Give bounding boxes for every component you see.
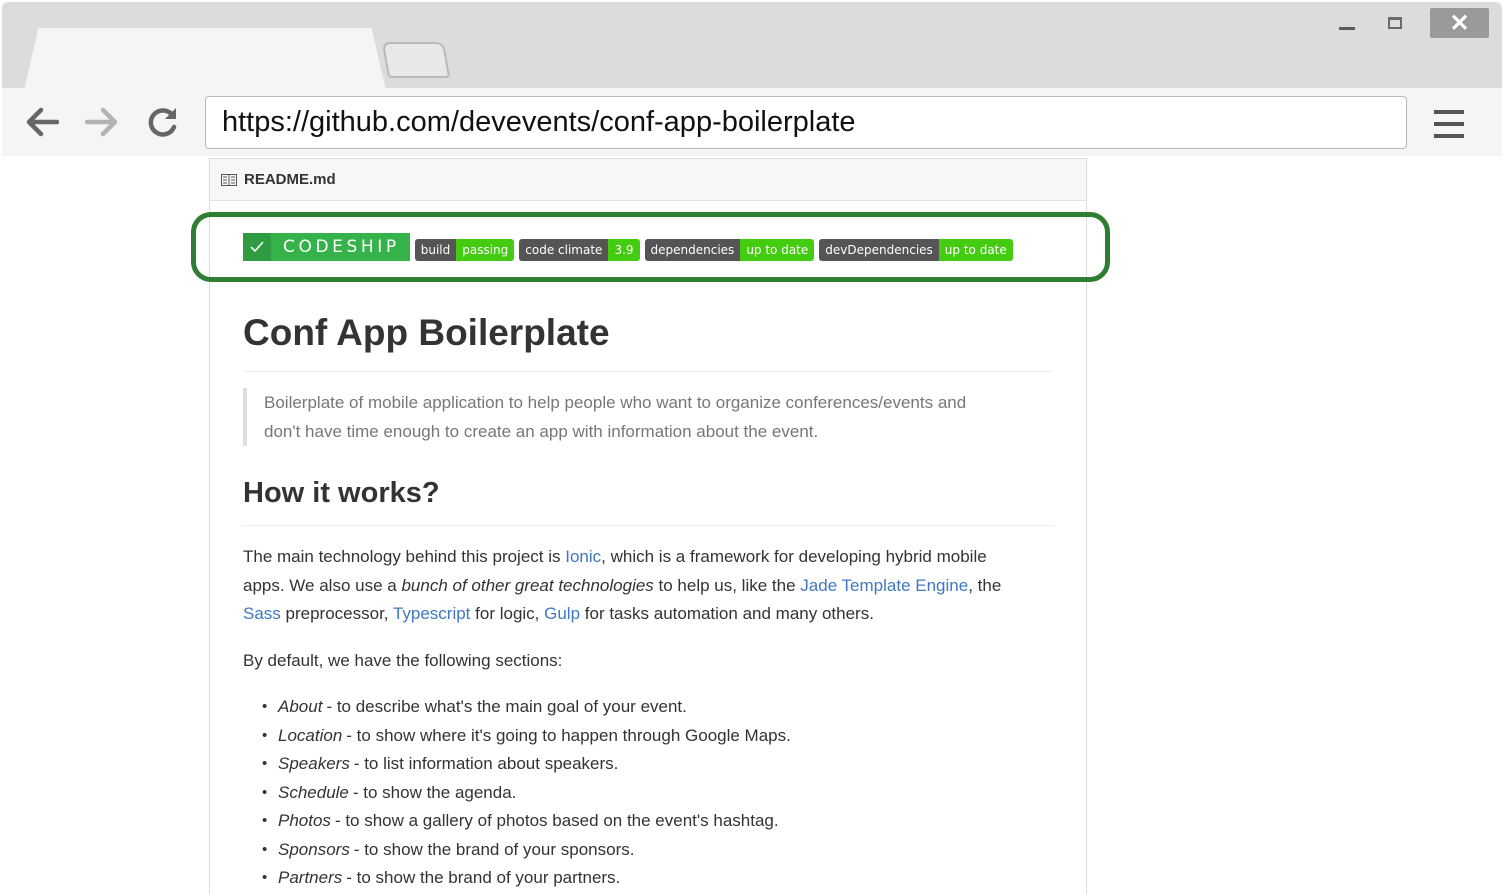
section-desc: - to show the brand of your partners. [346, 868, 621, 887]
bullet-icon: • [262, 755, 268, 772]
section-term: Schedule [278, 782, 349, 802]
hamburger-icon-line [1434, 122, 1464, 126]
readme-header: README.md [210, 159, 1086, 201]
text: for tasks automation and many others. [580, 604, 874, 623]
section-desc: - to describe what's the main goal of yo… [326, 697, 687, 716]
text: The main technology behind this project … [243, 547, 566, 566]
close-button[interactable]: ✕ [1430, 8, 1489, 38]
text: to help us, like the [653, 575, 801, 595]
bullet-icon: • [262, 840, 268, 858]
section-term: Sponsors [278, 839, 350, 859]
quote-line: don't have time enough to create an app … [264, 422, 819, 441]
text: , which is a framework for developing hy… [601, 547, 987, 566]
link-jade[interactable]: Jade Template Engine [800, 576, 968, 595]
browser-menu-button[interactable] [1434, 104, 1474, 144]
text: preprocessor, [280, 604, 393, 623]
arrow-right-icon [85, 107, 118, 137]
arrow-left-icon [26, 107, 59, 137]
list-item: • Schedule - to show the agenda. [262, 779, 1052, 808]
text: apps. We also use a [243, 575, 402, 595]
forward-button[interactable] [82, 100, 122, 144]
readme-filename: README.md [244, 171, 336, 188]
quote-line: Boilerplate of mobile application to hel… [264, 393, 967, 412]
bullet-icon: • [262, 783, 268, 801]
section-desc: - to show a gallery of photos based on t… [334, 811, 779, 830]
list-item: • Partners - to show the brand of your par… [262, 864, 1052, 893]
section-term: Location [278, 725, 343, 745]
reload-icon [148, 108, 177, 137]
sections-list: • About - to describe what's the main goal… [262, 693, 1052, 893]
link-gulp[interactable]: Gulp [544, 604, 580, 623]
bullet-icon: • [262, 812, 268, 829]
text: for logic, [470, 604, 545, 623]
section-desc: - to show the agenda. [352, 782, 517, 802]
page-title: Conf App Boilerplate [243, 312, 1053, 372]
section-heading: How it works? [243, 477, 1053, 526]
section-desc: - to show where it's going to happen thr… [346, 725, 791, 745]
list-item: • About - to describe what's the main goal… [262, 693, 1052, 722]
badges-highlight-box [191, 212, 1110, 282]
hamburger-icon-line [1434, 134, 1464, 138]
section-term: Photos [278, 811, 331, 830]
bullet-icon: • [262, 726, 268, 744]
reload-button[interactable] [143, 100, 183, 144]
restore-icon [1388, 17, 1402, 29]
list-item: • Speakers - to list information about spe… [262, 750, 1052, 779]
description-blockquote: Boilerplate of mobile application to hel… [243, 388, 1013, 446]
maximize-button[interactable] [1380, 8, 1410, 38]
section-term: About [278, 697, 323, 716]
section-desc: - to list information about speakers. [353, 754, 619, 773]
back-button[interactable] [22, 100, 62, 144]
emphasis-text: bunch of other great technologies [401, 575, 654, 595]
browser-tab-active[interactable] [24, 28, 386, 90]
sections-intro: By default, we have the following sectio… [243, 651, 563, 670]
link-ionic[interactable]: Ionic [565, 547, 601, 566]
minimize-button[interactable] [1332, 8, 1362, 38]
new-tab-button[interactable] [381, 42, 451, 78]
intro-paragraph: The main technology behind this project … [243, 543, 1053, 629]
link-typescript[interactable]: Typescript [393, 604, 470, 623]
address-bar[interactable]: https://github.com/devevents/conf-app-bo… [205, 96, 1407, 149]
book-icon [221, 173, 237, 186]
section-term: Partners [278, 868, 343, 887]
bullet-icon: • [262, 869, 268, 886]
text: , the [968, 575, 1002, 595]
bullet-icon: • [262, 698, 268, 715]
list-item: • Location - to show where it's going to h… [262, 722, 1052, 751]
list-item: • Sponsors - to show the brand of your spo… [262, 836, 1052, 865]
minimize-icon [1339, 26, 1355, 30]
close-icon: ✕ [1449, 9, 1470, 37]
section-term: Speakers [278, 754, 350, 773]
list-item: • Photos - to show a gallery of photos bas… [262, 807, 1052, 836]
link-sass[interactable]: Sass [243, 604, 281, 623]
section-desc: - to show the brand of your sponsors. [353, 839, 635, 859]
hamburger-icon [1434, 110, 1464, 114]
